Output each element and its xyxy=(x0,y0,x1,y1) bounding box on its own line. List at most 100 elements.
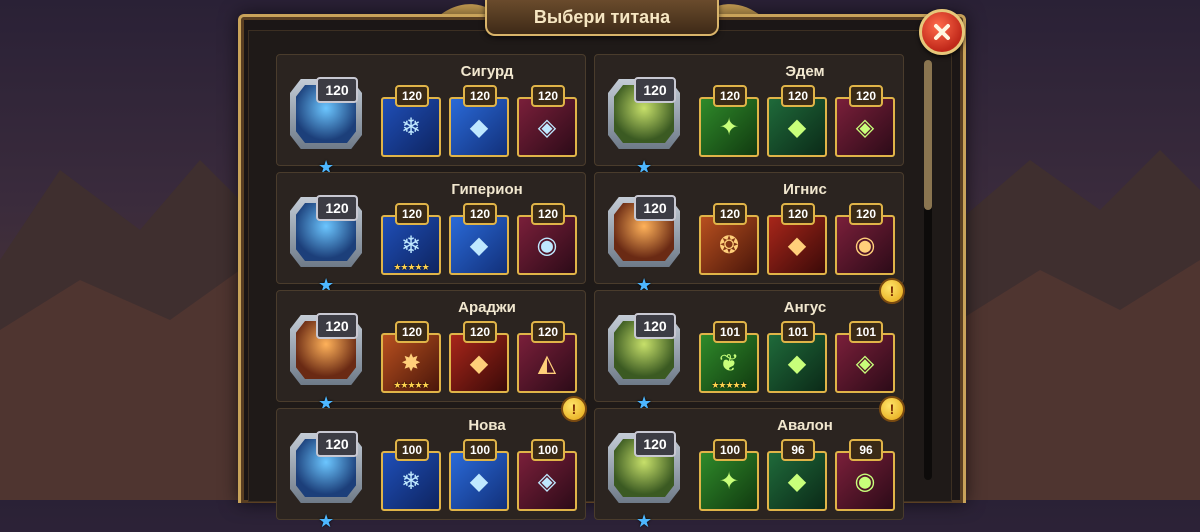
artifact-icon: ◈ xyxy=(855,113,875,141)
artifact-level-badge: 96 xyxy=(781,439,815,461)
titan-portrait[interactable]: 120 ★ xyxy=(608,313,680,413)
titan-level-badge: 120 xyxy=(634,431,676,457)
titan-card[interactable]: Гиперион 120 ★ ❄ 120 ★★★★★ ◆ 120 ◉ 120 xyxy=(276,172,586,295)
artifact-level-badge: 101 xyxy=(713,321,747,343)
titan-level-badge: 120 xyxy=(316,313,358,339)
artifact-slot[interactable]: ❄ 120 xyxy=(381,85,441,157)
artifact-slot[interactable]: ◆ 101 xyxy=(767,321,827,393)
artifact-slot[interactable]: ◈ 120 xyxy=(517,85,577,157)
titan-level-badge: 120 xyxy=(316,431,358,457)
artifact-stars: ★★★★★ xyxy=(393,262,429,272)
titan-card[interactable]: Авалон 120 ★ ✦ 100 ◆ 96 ◉ 96 xyxy=(594,408,904,531)
artifact-icon: ◭ xyxy=(537,349,557,377)
titan-name: Игнис xyxy=(783,181,827,198)
titan-name: Нова xyxy=(468,417,506,434)
artifact-icon: ◆ xyxy=(469,231,489,259)
artifact-icon: ◈ xyxy=(537,113,557,141)
artifact-icon: ◆ xyxy=(787,231,807,259)
artifact-slot[interactable]: ◉ 120 xyxy=(517,203,577,275)
titan-portrait[interactable]: 120 ★ xyxy=(290,431,362,531)
titan-portrait[interactable]: 120 ★ xyxy=(290,195,362,295)
artifact-level-badge: 120 xyxy=(531,203,565,225)
artifact-stars: ★★★★★ xyxy=(393,380,429,390)
artifact-slot[interactable]: ◆ 100 xyxy=(449,439,509,511)
artifact-slot[interactable]: ◈ 101 xyxy=(835,321,895,393)
close-icon xyxy=(934,24,950,40)
artifact-slot[interactable]: ◆ 120 xyxy=(449,85,509,157)
titan-level-badge: 120 xyxy=(634,77,676,103)
artifact-slot[interactable]: ◉ 96 xyxy=(835,439,895,511)
artifact-slot[interactable]: ✦ 120 xyxy=(699,85,759,157)
artifact-stars: ★★★★★ xyxy=(711,380,747,390)
artifact-slot[interactable]: ◈ 100 xyxy=(517,439,577,511)
artifact-level-badge: 120 xyxy=(849,85,883,107)
artifact-level-badge: 120 xyxy=(713,203,747,225)
artifact-level-badge: 120 xyxy=(781,85,815,107)
titan-portrait[interactable]: 120 ★ xyxy=(608,431,680,531)
artifact-level-badge: 120 xyxy=(463,203,497,225)
artifact-level-badge: 100 xyxy=(531,439,565,461)
artifact-level-badge: 120 xyxy=(463,321,497,343)
artifact-level-badge: 96 xyxy=(849,439,883,461)
titan-card[interactable]: Игнис 120 ★ ❂ 120 ◆ 120 ◉ 120 xyxy=(594,172,904,295)
titan-level-badge: 120 xyxy=(316,77,358,103)
artifact-level-badge: 120 xyxy=(463,85,497,107)
artifact-slot[interactable]: ❄ 100 xyxy=(381,439,441,511)
titan-portrait[interactable]: 120 ★ xyxy=(290,77,362,177)
artifact-slot[interactable]: ◆ 120 xyxy=(767,203,827,275)
artifact-slot[interactable]: ◭ 120 xyxy=(517,321,577,393)
titan-card[interactable]: Ангус 120 ★ ❦ 101 ★★★★★ ◆ 101 ◈ 101 xyxy=(594,290,904,413)
artifact-icon: ◉ xyxy=(854,231,876,259)
titan-portrait[interactable]: 120 ★ xyxy=(608,77,680,177)
artifact-icon: ❄ xyxy=(400,113,422,141)
titan-name: Араджи xyxy=(458,299,516,316)
artifact-slot[interactable]: ◉ 120 xyxy=(835,203,895,275)
titan-name: Гиперион xyxy=(451,181,523,198)
artifact-level-badge: 100 xyxy=(395,439,429,461)
artifact-icon: ✦ xyxy=(718,467,740,495)
artifact-icon: ◆ xyxy=(469,113,489,141)
artifact-icon: ❄ xyxy=(400,467,422,495)
artifact-icon: ✦ xyxy=(718,113,740,141)
titan-portrait[interactable]: 120 ★ xyxy=(290,313,362,413)
artifact-slot[interactable]: ✦ 100 xyxy=(699,439,759,511)
artifact-level-badge: 101 xyxy=(849,321,883,343)
artifact-slot[interactable]: ❄ 120 ★★★★★ xyxy=(381,203,441,275)
dialog-title: Выбери титана xyxy=(485,0,719,36)
artifact-slot[interactable]: ❦ 101 ★★★★★ xyxy=(699,321,759,393)
titan-portrait[interactable]: 120 ★ xyxy=(608,195,680,295)
artifact-icon: ◆ xyxy=(787,113,807,141)
artifact-icon: ◉ xyxy=(854,467,876,495)
titan-card[interactable]: Нова 120 ★ ❄ 100 ◆ 100 ◈ 100 xyxy=(276,408,586,531)
artifact-icon: ◆ xyxy=(469,467,489,495)
alert-icon: ! xyxy=(879,396,905,422)
alert-icon: ! xyxy=(879,278,905,304)
titan-card[interactable]: Эдем 120 ★ ✦ 120 ◆ 120 ◈ 120 xyxy=(594,54,904,177)
artifact-icon: ◈ xyxy=(537,467,557,495)
artifact-slot[interactable]: ◆ 120 xyxy=(767,85,827,157)
artifact-level-badge: 100 xyxy=(713,439,747,461)
star-icon: ★ xyxy=(318,511,335,531)
titan-level-badge: 120 xyxy=(634,313,676,339)
artifact-slot[interactable]: ◆ 96 xyxy=(767,439,827,511)
close-button[interactable] xyxy=(919,9,965,55)
artifact-slot[interactable]: ❂ 120 xyxy=(699,203,759,275)
titan-name: Эдем xyxy=(785,63,825,80)
titan-level-badge: 120 xyxy=(316,195,358,221)
titan-card[interactable]: Сигурд 120 ★ ❄ 120 ◆ 120 ◈ 120 xyxy=(276,54,586,177)
artifact-level-badge: 120 xyxy=(849,203,883,225)
artifact-slot[interactable]: ✸ 120 ★★★★★ xyxy=(381,321,441,393)
titan-name: Сигурд xyxy=(460,63,514,80)
titan-name: Авалон xyxy=(777,417,833,434)
artifact-level-badge: 120 xyxy=(531,321,565,343)
titan-card[interactable]: Араджи 120 ★ ✸ 120 ★★★★★ ◆ 120 ◭ 120 xyxy=(276,290,586,413)
artifact-level-badge: 101 xyxy=(781,321,815,343)
artifact-level-badge: 120 xyxy=(395,85,429,107)
artifact-icon: ◉ xyxy=(536,231,558,259)
scrollbar[interactable] xyxy=(924,60,932,480)
artifact-slot[interactable]: ◈ 120 xyxy=(835,85,895,157)
artifact-icon: ◆ xyxy=(469,349,489,377)
artifact-slot[interactable]: ◆ 120 xyxy=(449,203,509,275)
scrollbar-thumb[interactable] xyxy=(924,60,932,210)
artifact-slot[interactable]: ◆ 120 xyxy=(449,321,509,393)
